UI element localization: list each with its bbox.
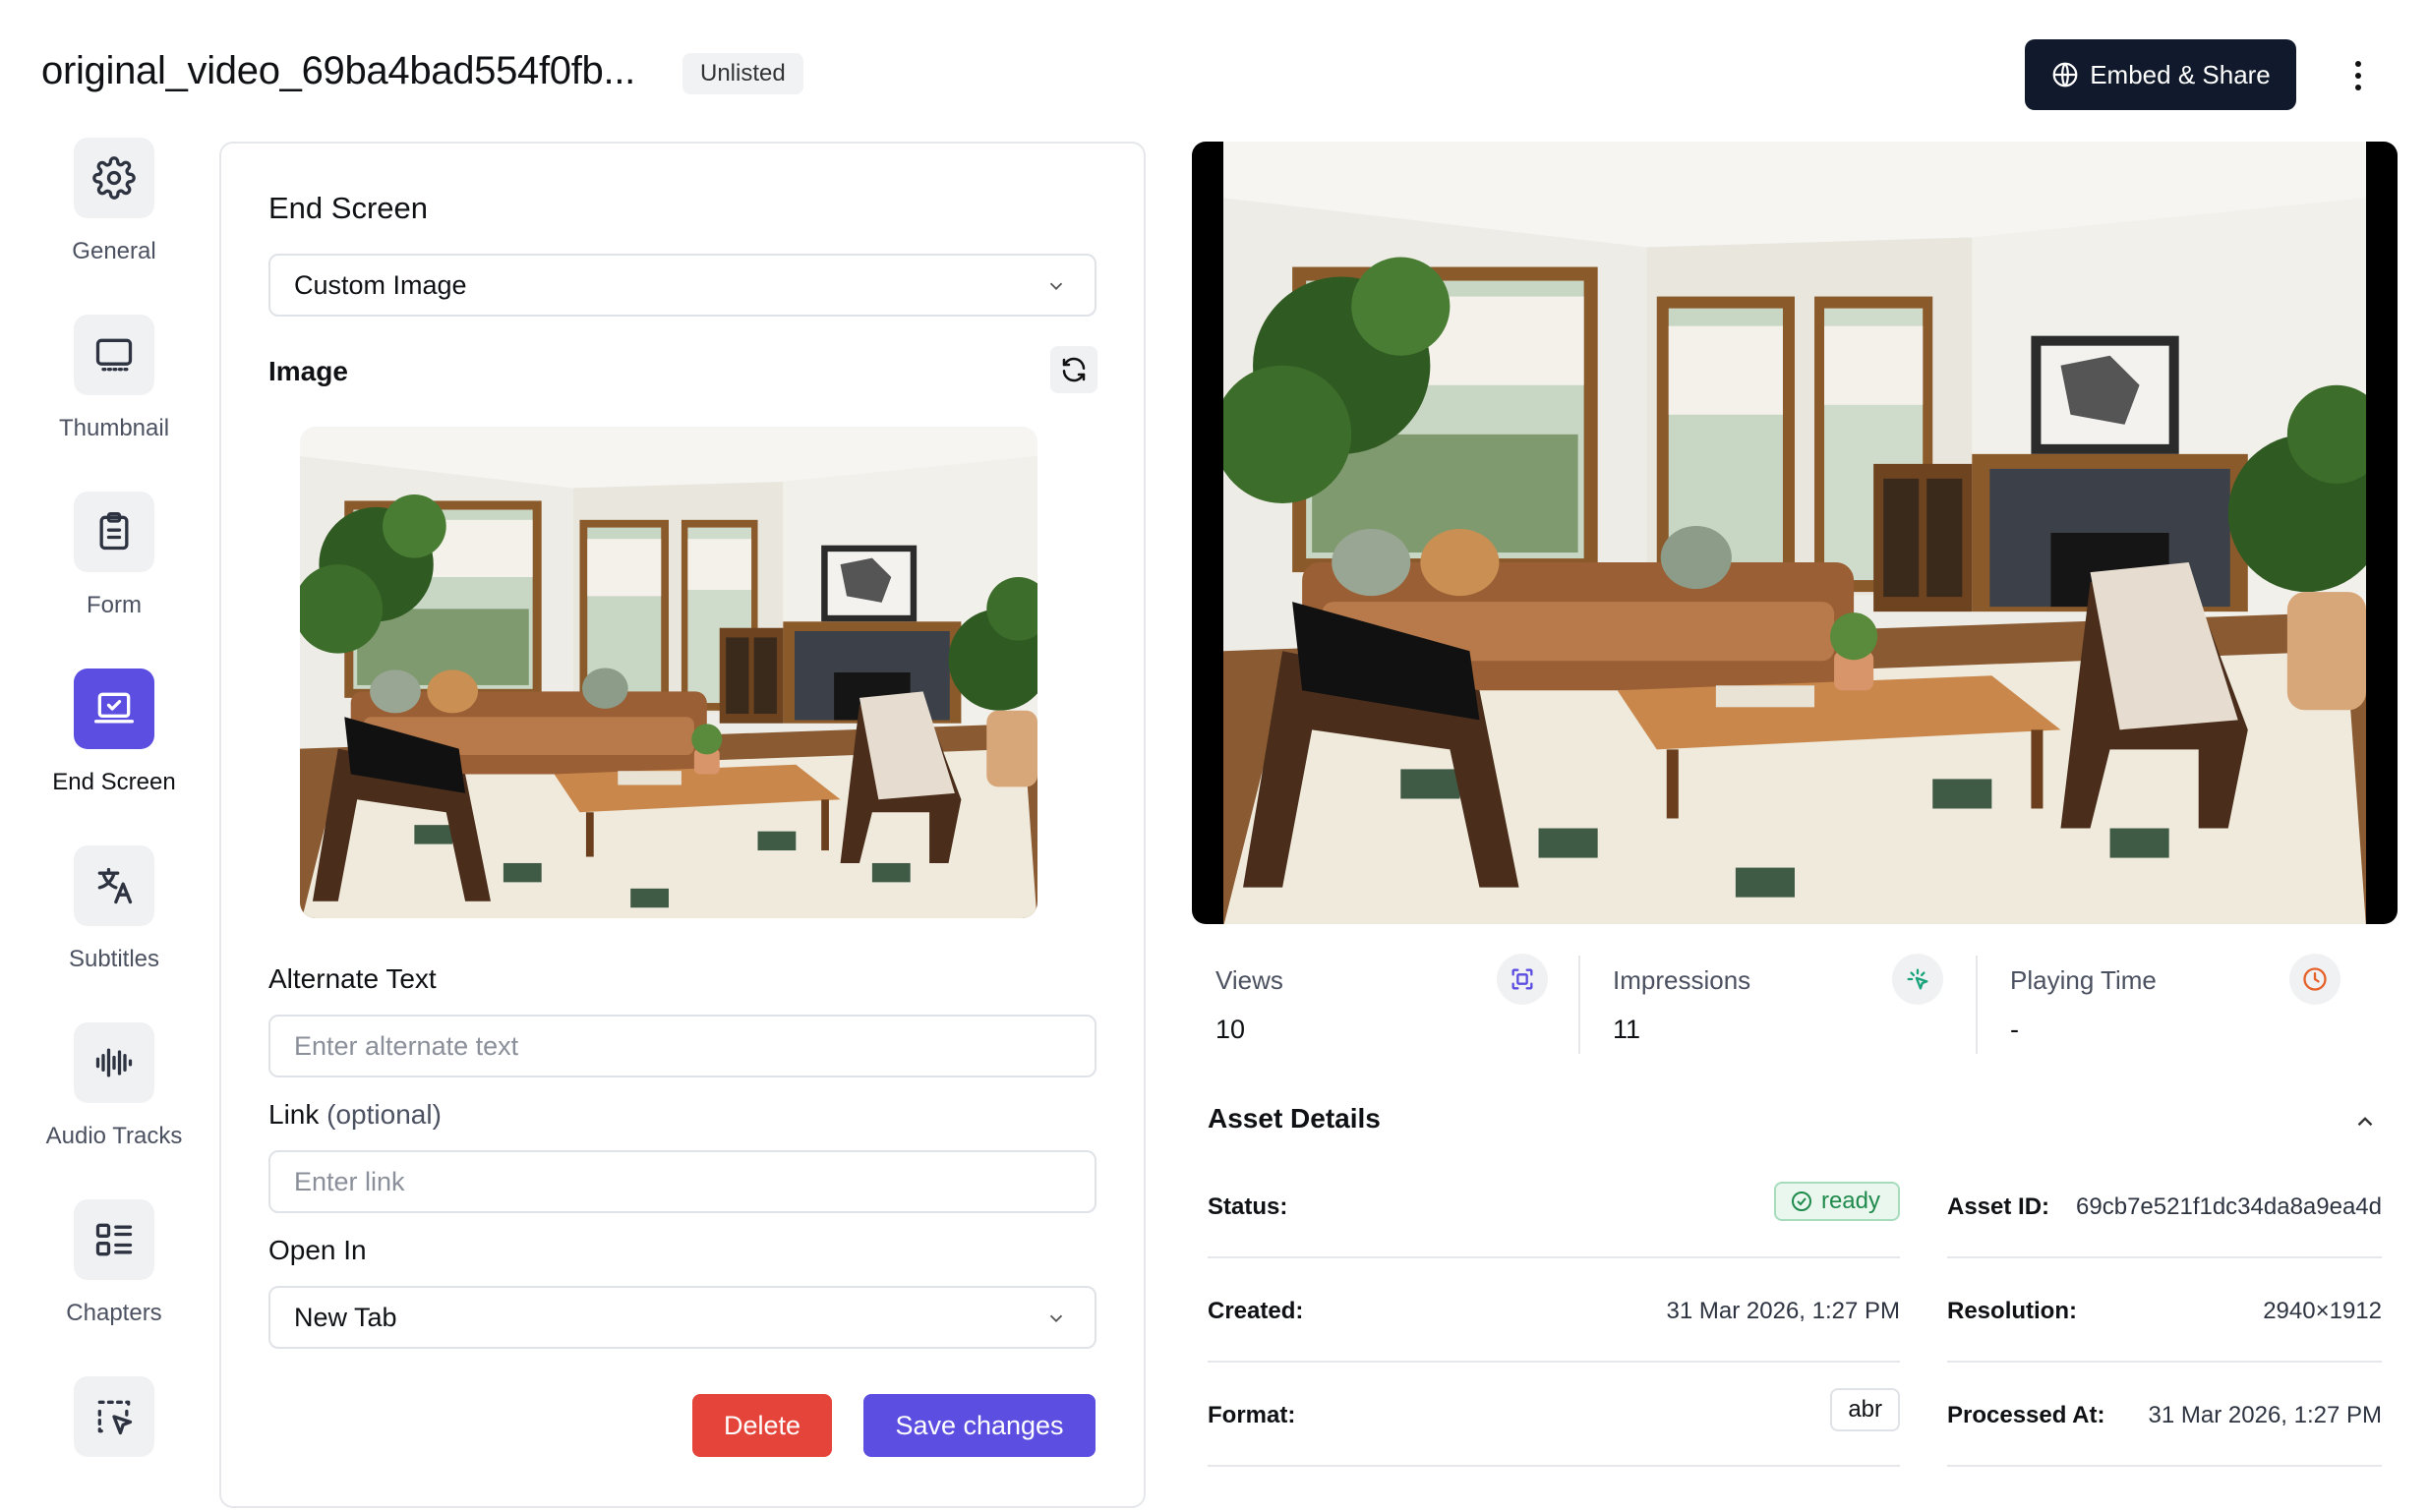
replace-image-button[interactable] <box>1050 346 1097 393</box>
chevron-down-icon <box>1049 1314 1063 1323</box>
image-label: Image <box>268 356 348 386</box>
pointer-select-icon <box>97 1400 133 1435</box>
check-circle-icon <box>1791 1192 1811 1211</box>
resolution-label: Resolution: <box>1947 1298 2077 1324</box>
resolution-value: 2940×1912 <box>2263 1298 2382 1324</box>
processed-at-value: 31 Mar 2026, 1:27 PM <box>2148 1402 2382 1428</box>
end-screen-type-select[interactable]: Custom Image <box>268 254 1096 317</box>
nav-label: Chapters <box>66 1300 162 1326</box>
impressions-icon-wrap <box>1892 954 1943 1005</box>
nav-item-end-screen[interactable]: End Screen <box>0 669 228 836</box>
nav-item-thumbnail[interactable]: Thumbnail <box>0 315 228 482</box>
nav-item-interactions[interactable] <box>0 1376 228 1512</box>
sparkle-click-icon <box>1907 968 1928 990</box>
playing-time-stat: Playing Time - <box>2010 952 2403 1050</box>
asset-details-title: Asset Details <box>1208 1103 1381 1134</box>
playing-time-icon-wrap <box>2289 954 2340 1005</box>
status-row: Status: ready <box>1208 1154 1900 1258</box>
asset-id-row: Asset ID: 69cb7e521f1dc34da8a9ea4d <box>1947 1154 2382 1258</box>
visibility-badge: Unlisted <box>682 53 803 94</box>
processed-at-label: Processed At: <box>1947 1402 2105 1428</box>
open-in-select[interactable]: New Tab <box>268 1286 1096 1349</box>
created-label: Created: <box>1208 1298 1304 1324</box>
laptop-check-icon <box>94 692 134 724</box>
playing-time-value: - <box>2010 1015 2019 1044</box>
nav-label: End Screen <box>52 769 176 795</box>
chevron-down-icon <box>1049 282 1063 291</box>
embed-share-label: Embed & Share <box>2090 59 2271 89</box>
nav-item-chapters[interactable]: Chapters <box>0 1199 228 1367</box>
nav-label: Subtitles <box>68 946 160 972</box>
processed-at-row: Processed At: 31 Mar 2026, 1:27 PM <box>1947 1363 2382 1467</box>
nav-label: General <box>72 238 156 264</box>
refresh-icon <box>1062 357 1086 382</box>
views-stat: Views 10 <box>1215 952 1609 1050</box>
stat-divider <box>1578 956 1580 1054</box>
video-frame <box>1223 142 2366 924</box>
impressions-stat: Impressions 11 <box>1613 952 2006 1050</box>
delete-button[interactable]: Delete <box>692 1394 832 1457</box>
end-screen-image-preview <box>300 427 1037 918</box>
audio-waveform-icon <box>95 1048 133 1077</box>
alt-text-label: Alternate Text <box>268 963 437 994</box>
clipboard-icon <box>99 512 129 551</box>
playing-time-label: Playing Time <box>2010 965 2157 995</box>
alt-text-input[interactable] <box>268 1015 1096 1077</box>
panel-title: End Screen <box>268 191 428 225</box>
translate-icon <box>97 867 133 904</box>
page-header: original_video_69ba4bad554f0fb... Unlist… <box>0 0 2429 138</box>
nav-label: Audio Tracks <box>45 1123 183 1149</box>
chapters-list-icon <box>95 1223 133 1256</box>
created-value: 31 Mar 2026, 1:27 PM <box>1666 1298 1900 1324</box>
nav-item-subtitles[interactable]: Subtitles <box>0 845 228 1013</box>
views-value: 10 <box>1215 1015 1246 1044</box>
resolution-row: Resolution: 2940×1912 <box>1947 1258 2382 1363</box>
asset-id-label: Asset ID: <box>1947 1193 2050 1220</box>
nav-item-form[interactable]: Form <box>0 492 228 659</box>
format-badge: abr <box>1830 1388 1900 1431</box>
views-icon-wrap <box>1497 954 1548 1005</box>
open-in-label: Open In <box>268 1235 367 1265</box>
embed-share-button[interactable]: Embed & Share <box>2025 39 2296 110</box>
monitor-icon <box>95 338 133 372</box>
status-badge: ready <box>1773 1182 1900 1221</box>
focus-frame-icon <box>1511 968 1533 990</box>
nav-label: Thumbnail <box>58 415 170 441</box>
end-screen-type-value: Custom Image <box>294 269 467 300</box>
impressions-value: 11 <box>1613 1015 1641 1044</box>
asset-id-value: 69cb7e521f1dc34da8a9ea4d <box>2076 1193 2382 1220</box>
link-label: Link (optional) <box>268 1099 442 1130</box>
chevron-up-icon[interactable] <box>2352 1109 2378 1134</box>
open-in-value: New Tab <box>294 1302 397 1332</box>
clock-icon <box>2303 967 2327 991</box>
impressions-label: Impressions <box>1613 965 1751 995</box>
save-changes-button[interactable]: Save changes <box>863 1394 1096 1457</box>
more-options-button[interactable] <box>2339 49 2378 102</box>
video-player[interactable] <box>1192 142 2398 924</box>
nav-item-general[interactable]: General <box>0 138 228 305</box>
format-label: Format: <box>1208 1402 1296 1428</box>
end-screen-panel: End Screen Custom Image Image Alternate … <box>219 142 1146 1508</box>
optional-hint: (optional) <box>326 1099 442 1130</box>
nav-item-audio-tracks[interactable]: Audio Tracks <box>0 1022 228 1190</box>
format-row: Format: abr <box>1208 1363 1900 1467</box>
gear-icon <box>92 156 136 200</box>
created-row: Created: 31 Mar 2026, 1:27 PM <box>1208 1258 1900 1363</box>
globe-icon <box>2052 62 2078 87</box>
link-input[interactable] <box>268 1150 1096 1213</box>
nav-label: Form <box>87 592 142 618</box>
status-label: Status: <box>1208 1193 1288 1220</box>
stat-divider <box>1976 956 1978 1054</box>
more-vertical-icon <box>2355 61 2361 67</box>
views-label: Views <box>1215 965 1283 995</box>
room-image <box>300 427 1037 918</box>
page-title: original_video_69ba4bad554f0fb... <box>41 49 635 92</box>
